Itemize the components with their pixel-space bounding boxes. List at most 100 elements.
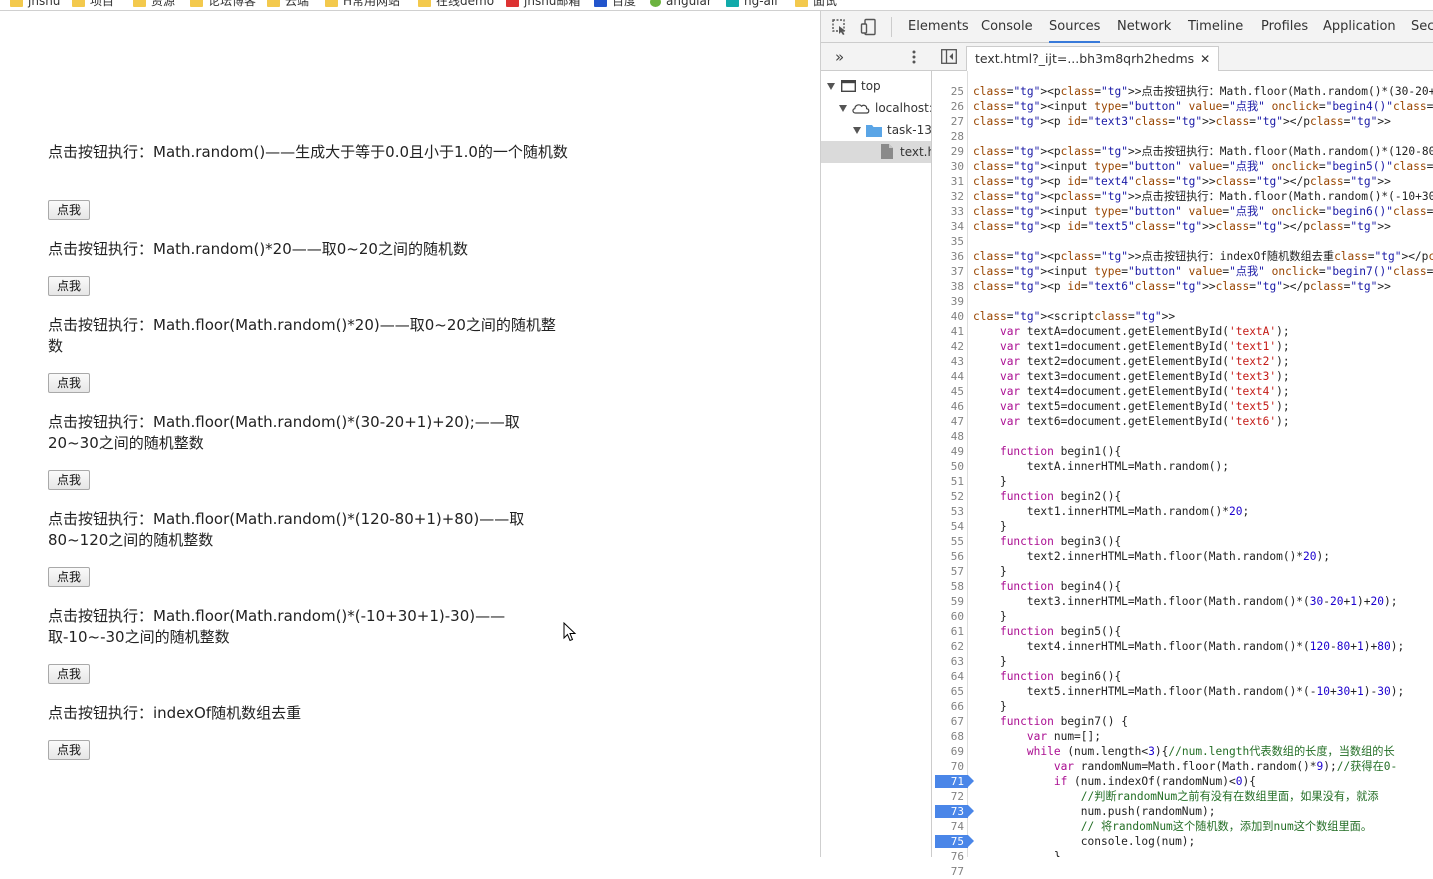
bookmark-2[interactable]: 资源 — [133, 0, 175, 8]
tab-application[interactable]: Application — [1323, 11, 1396, 43]
click-me-button-3[interactable]: 点我 — [48, 373, 90, 393]
line-number[interactable]: 55 — [930, 534, 964, 549]
tree-item-localhost[interactable]: localhost: — [821, 97, 931, 119]
line-number[interactable]: 65 — [930, 684, 964, 699]
expand-triangle-icon[interactable] — [827, 83, 835, 90]
line-number[interactable]: 37 — [930, 264, 964, 279]
bookmark-4[interactable]: 云端 — [267, 0, 309, 8]
click-me-button-6[interactable]: 点我 — [48, 664, 90, 684]
bookmark-0[interactable]: jnshu — [10, 0, 60, 8]
line-number[interactable]: 60 — [930, 609, 964, 624]
line-number[interactable]: 44 — [930, 369, 964, 384]
click-me-button-4[interactable]: 点我 — [48, 470, 90, 490]
line-number[interactable]: 74 — [930, 819, 964, 834]
line-number[interactable]: 67 — [930, 714, 964, 729]
line-number[interactable]: 39 — [930, 294, 964, 309]
line-number[interactable]: 68 — [930, 729, 964, 744]
click-me-button-5[interactable]: 点我 — [48, 567, 90, 587]
line-number[interactable]: 63 — [930, 654, 964, 669]
line-number[interactable]: 53 — [930, 504, 964, 519]
line-number[interactable]: 31 — [930, 174, 964, 189]
line-number[interactable]: 28 — [930, 129, 964, 144]
line-number[interactable]: 36 — [930, 249, 964, 264]
line-number[interactable]: 75 — [930, 834, 964, 849]
line-number[interactable]: 54 — [930, 519, 964, 534]
code-line: var text6=document.getElementById('text6… — [999, 415, 1290, 428]
line-number[interactable]: 62 — [930, 639, 964, 654]
line-number[interactable]: 48 — [930, 429, 964, 444]
line-number[interactable]: 38 — [930, 279, 964, 294]
line-number[interactable]: 46 — [930, 399, 964, 414]
expand-triangle-icon[interactable] — [853, 127, 861, 134]
line-number[interactable]: 33 — [930, 204, 964, 219]
line-number[interactable]: 52 — [930, 489, 964, 504]
line-number[interactable]: 34 — [930, 219, 964, 234]
line-number[interactable]: 77 — [930, 864, 964, 879]
line-number[interactable]: 27 — [930, 114, 964, 129]
line-number[interactable]: 58 — [930, 579, 964, 594]
line-number[interactable]: 43 — [930, 354, 964, 369]
line-number[interactable]: 29 — [930, 144, 964, 159]
tree-item-task-folder[interactable]: task-13 — [821, 119, 931, 141]
bookmark-6[interactable]: 在线demo — [418, 0, 494, 8]
line-number[interactable]: 26 — [930, 99, 964, 114]
line-number[interactable]: 71 — [930, 774, 964, 789]
line-number[interactable]: 35 — [930, 234, 964, 249]
tab-profiles[interactable]: Profiles — [1261, 11, 1308, 43]
line-number[interactable]: 59 — [930, 594, 964, 609]
line-number[interactable]: 40 — [930, 309, 964, 324]
line-number[interactable]: 41 — [930, 324, 964, 339]
close-tab-icon[interactable]: ✕ — [1200, 52, 1210, 66]
bookmark-10[interactable]: ng-all — [726, 0, 778, 8]
bookmark-3[interactable]: 论坛博客 — [190, 0, 256, 8]
tab-network[interactable]: Network — [1117, 11, 1171, 43]
code-line: var num=[]; — [1026, 730, 1101, 743]
tab-elements[interactable]: Elements — [908, 11, 969, 43]
line-number[interactable]: 32 — [930, 189, 964, 204]
tree-item-text-html[interactable]: text.h — [821, 141, 931, 163]
bookmark-1[interactable]: 项目 — [72, 0, 114, 8]
line-number[interactable]: 70 — [930, 759, 964, 774]
line-number[interactable]: 47 — [930, 414, 964, 429]
line-number[interactable]: 42 — [930, 339, 964, 354]
code-editor[interactable]: class="tg"><pclass="tg">>点击按钮执行：Math.flo… — [969, 71, 1433, 857]
bookmark-7[interactable]: jnshu邮箱 — [506, 0, 580, 8]
bookmark-9[interactable]: angular — [650, 0, 712, 8]
bookmark-5[interactable]: H常用网站 — [325, 0, 400, 8]
line-number[interactable]: 25 — [930, 84, 964, 99]
more-tabs-chevron-icon[interactable]: » — [835, 48, 844, 66]
tab-timeline[interactable]: Timeline — [1188, 11, 1243, 43]
line-number[interactable]: 56 — [930, 549, 964, 564]
tree-item-top[interactable]: top — [821, 75, 931, 97]
line-number[interactable]: 61 — [930, 624, 964, 639]
line-number[interactable]: 57 — [930, 564, 964, 579]
code-line: } — [973, 475, 1007, 488]
demo-description: 点击按钮执行：Math.floor(Math.random()*(120-80+… — [48, 510, 525, 549]
inspect-element-icon[interactable] — [831, 18, 849, 36]
tab-sources[interactable]: Sources — [1049, 11, 1101, 43]
line-number[interactable]: 30 — [930, 159, 964, 174]
line-number[interactable]: 45 — [930, 384, 964, 399]
line-number-gutter[interactable]: 25 26 27 28 29 30 31 32 33 34 35 36 37 38 39 40 41 42 43 44… — [930, 71, 974, 878]
tab-console[interactable]: Console — [981, 11, 1033, 43]
line-number[interactable]: 50 — [930, 459, 964, 474]
kebab-menu-icon[interactable] — [911, 50, 917, 64]
line-number[interactable]: 66 — [930, 699, 964, 714]
line-number[interactable]: 73 — [930, 804, 964, 819]
expand-triangle-icon[interactable] — [839, 105, 847, 112]
editor-file-tab[interactable]: text.html?_ijt=...bh3m8qrh2hedms ✕ — [966, 46, 1220, 71]
bookmark-11[interactable]: 面试 — [795, 0, 837, 8]
click-me-button-1[interactable]: 点我 — [48, 200, 90, 220]
line-number[interactable]: 49 — [930, 444, 964, 459]
bookmark-8[interactable]: 百度 — [594, 0, 636, 8]
line-number[interactable]: 72 — [930, 789, 964, 804]
line-number[interactable]: 69 — [930, 744, 964, 759]
click-me-button-7[interactable]: 点我 — [48, 740, 90, 760]
toggle-navigator-icon[interactable] — [941, 49, 957, 64]
code-line: text4.innerHTML=Math.floor(Math.random()… — [973, 640, 1405, 653]
tab-security[interactable]: Sec — [1411, 11, 1433, 43]
click-me-button-2[interactable]: 点我 — [48, 276, 90, 296]
device-toolbar-icon[interactable] — [860, 18, 878, 36]
line-number[interactable]: 64 — [930, 669, 964, 684]
line-number[interactable]: 51 — [930, 474, 964, 489]
